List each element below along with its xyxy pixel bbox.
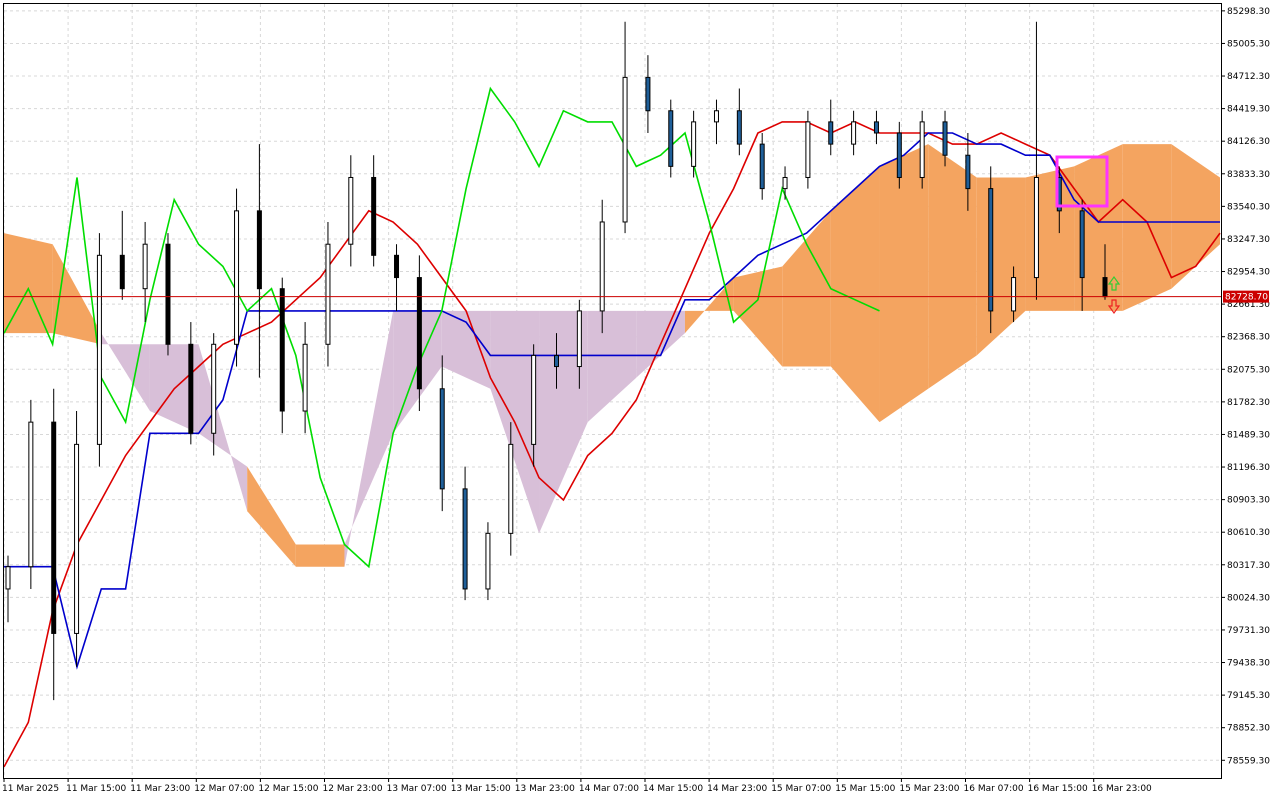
- candle-body: [645, 76, 651, 112]
- candle-body: [5, 566, 11, 590]
- candle-body: [828, 121, 834, 145]
- candle-body: [371, 176, 377, 256]
- x-tick-label: 14 Mar 07:00: [579, 784, 639, 794]
- candle-body: [28, 421, 34, 568]
- x-tick-label: 11 Mar 15:00: [66, 784, 126, 794]
- y-tick-label: 84712.30: [1227, 72, 1270, 82]
- y-tick-label: 79145.30: [1227, 691, 1270, 701]
- candle-body: [531, 354, 537, 445]
- y-tick-label: 80024.30: [1227, 593, 1270, 603]
- x-tick-label: 16 Mar 23:00: [1092, 784, 1152, 794]
- ichimoku-chart: 85298.30 85005.30 84712.30 84419.30 84126.30…: [0, 0, 1280, 800]
- y-tick-label: 82954.30: [1227, 268, 1270, 278]
- y-tick-label: 84126.30: [1227, 137, 1270, 147]
- candle-body: [851, 121, 857, 145]
- candle-body: [1033, 176, 1039, 279]
- x-tick-label: 15 Mar 07:00: [771, 784, 831, 794]
- candle-body: [1011, 277, 1017, 312]
- candle-body: [736, 110, 742, 145]
- candle-body: [782, 176, 788, 190]
- candle-body: [96, 254, 102, 445]
- y-tick-label: 85005.30: [1227, 39, 1270, 49]
- candle-body: [234, 210, 240, 345]
- current-price-label: 82728.70: [1225, 293, 1268, 303]
- cloud-segment: [1122, 144, 1172, 311]
- x-tick-label: 12 Mar 15:00: [258, 784, 318, 794]
- x-tick-label: 12 Mar 07:00: [194, 784, 254, 794]
- candle-body: [965, 154, 971, 190]
- candle-body: [165, 243, 171, 345]
- candle-body: [713, 110, 719, 123]
- candle-body: [873, 121, 879, 134]
- y-tick-label: 85298.30: [1227, 7, 1270, 17]
- candle-body: [74, 443, 80, 634]
- candle-body: [1079, 210, 1085, 279]
- cloud-segment: [879, 144, 929, 423]
- candle-body: [142, 243, 148, 290]
- candle-body: [599, 221, 605, 312]
- x-tick-label: 16 Mar 07:00: [964, 784, 1024, 794]
- candle-body: [256, 210, 262, 290]
- candle-body: [439, 388, 445, 490]
- candle-body: [805, 121, 811, 178]
- x-tick-label: 12 Mar 23:00: [323, 784, 383, 794]
- candle-body: [988, 188, 994, 312]
- candle-body: [119, 254, 125, 290]
- y-tick-label: 82368.30: [1227, 333, 1270, 343]
- y-tick-label: 84419.30: [1227, 105, 1270, 115]
- candle-body: [279, 288, 285, 412]
- x-tick-label: 15 Mar 15:00: [835, 784, 895, 794]
- candle-body: [394, 254, 400, 279]
- candle-body: [942, 121, 948, 156]
- y-tick-label: 83247.30: [1227, 235, 1270, 245]
- y-tick-label: 82075.30: [1227, 365, 1270, 375]
- candle-body: [759, 143, 765, 190]
- candle-body: [896, 132, 902, 178]
- y-tick-label: 79731.30: [1227, 626, 1270, 636]
- candle-body: [1102, 277, 1108, 298]
- candle-body: [508, 443, 514, 534]
- y-tick-label: 80610.30: [1227, 528, 1270, 538]
- candle-body: [919, 121, 925, 178]
- candle-body: [554, 354, 559, 368]
- x-tick-label: 15 Mar 23:00: [899, 784, 959, 794]
- candle-body: [485, 532, 491, 590]
- candle-body: [416, 277, 422, 390]
- candle-body: [622, 76, 628, 223]
- x-tick-label: 11 Mar 23:00: [130, 784, 190, 794]
- y-tick-label: 78559.30: [1227, 756, 1270, 766]
- y-tick-label: 80317.30: [1227, 561, 1270, 571]
- x-tick-label: 13 Mar 15:00: [451, 784, 511, 794]
- x-tick-label: 13 Mar 07:00: [387, 784, 447, 794]
- cloud-segment: [4, 233, 53, 334]
- candle-body: [188, 343, 194, 434]
- x-tick-label: 16 Mar 15:00: [1028, 784, 1088, 794]
- candle-body: [211, 343, 217, 434]
- x-tick-label: 13 Mar 23:00: [515, 784, 575, 794]
- x-tick-label: 14 Mar 23:00: [707, 784, 767, 794]
- candle-body: [576, 310, 582, 368]
- chart-canvas: 85298.30 85005.30 84712.30 84419.30 84126.30…: [0, 0, 1280, 800]
- candle-body: [348, 176, 354, 245]
- x-tick-label: 11 Mar 2025: [2, 784, 59, 794]
- x-tick-label: 14 Mar 15:00: [643, 784, 703, 794]
- cloud-segment: [1025, 166, 1075, 311]
- y-tick-label: 81196.30: [1227, 463, 1270, 473]
- y-tick-label: 83540.30: [1227, 202, 1270, 212]
- candle-body: [691, 121, 697, 167]
- candle-body: [51, 421, 57, 634]
- candle-body: [302, 343, 308, 412]
- y-tick-label: 81489.30: [1227, 430, 1270, 440]
- candle-body: [462, 488, 468, 590]
- y-tick-label: 80903.30: [1227, 496, 1270, 506]
- y-tick-label: 79438.30: [1227, 659, 1270, 669]
- y-tick-label: 83833.30: [1227, 170, 1270, 180]
- cloud-segment: [295, 544, 345, 567]
- y-tick-label: 81782.30: [1227, 398, 1270, 408]
- y-tick-label: 78852.30: [1227, 724, 1270, 734]
- candle-body: [668, 110, 674, 167]
- current-price-tag: 82728.70: [1223, 290, 1269, 303]
- candle-body: [325, 243, 331, 345]
